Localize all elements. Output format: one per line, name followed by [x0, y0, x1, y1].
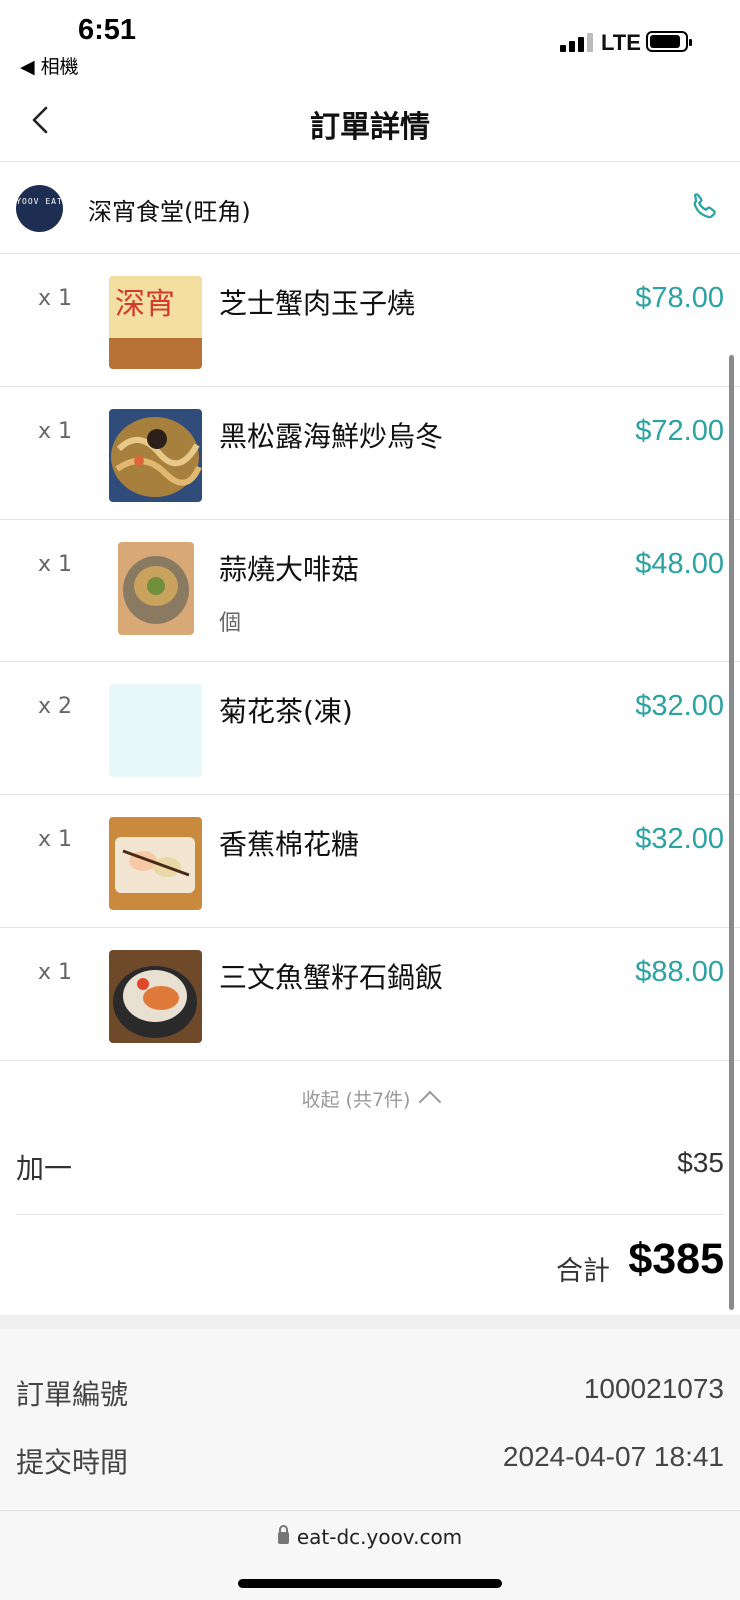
item-photo: [109, 409, 202, 502]
home-indicator[interactable]: [238, 1579, 502, 1588]
lock-icon: [277, 1525, 289, 1544]
item-name: 蒜燒大啡菇: [219, 553, 360, 586]
item-photo: [109, 950, 202, 1043]
item-photo: [118, 542, 194, 635]
status-bar: 6:51 ◀ 相機 LTE: [0, 0, 740, 80]
service-charge-row: 加一 $35: [16, 1125, 724, 1215]
url-text: eat-dc.yoov.com: [296, 1525, 463, 1549]
nav-header: 訂單詳情: [0, 80, 740, 162]
order-items-list: x 1 深宵 芝士蟹肉玉子燒 $78.00 x 1 黑松露海鮮炒烏冬 $72.0…: [0, 254, 740, 1061]
total-label: 合計: [556, 1256, 610, 1287]
item-quantity: x 1: [38, 960, 73, 985]
order-number-value: 100021073: [583, 1373, 724, 1404]
url-display[interactable]: eat-dc.yoov.com: [0, 1525, 740, 1549]
item-name: 香蕉棉花糖: [219, 828, 360, 861]
item-photo-placeholder: [109, 684, 202, 777]
item-quantity: x 1: [38, 552, 73, 577]
item-price: $78.00: [635, 282, 724, 314]
item-quantity: x 2: [38, 694, 73, 719]
order-number-label: 訂單編號: [16, 1378, 129, 1411]
svg-text:深宵: 深宵: [115, 287, 175, 322]
scrollbar[interactable]: [729, 355, 734, 1310]
item-name: 三文魚蟹籽石鍋飯: [219, 961, 444, 994]
service-charge-value: $35: [677, 1147, 724, 1178]
cellular-signal-icon: [560, 32, 593, 52]
order-item: x 1 黑松露海鮮炒烏冬 $72.00: [0, 387, 740, 520]
browser-url-bar[interactable]: eat-dc.yoov.com: [0, 1510, 740, 1600]
submit-time-value: 2024-04-07 18:41: [502, 1441, 724, 1472]
item-photo: [109, 817, 202, 910]
item-name: 芝士蟹肉玉子燒: [219, 287, 416, 320]
item-photo: 深宵: [109, 276, 202, 369]
order-info-section: 訂單編號 100021073 提交時間 2024-04-07 18:41: [0, 1329, 740, 1509]
total-value: $385: [628, 1235, 724, 1283]
item-name: 黑松露海鮮炒烏冬: [219, 420, 444, 453]
network-type: LTE: [601, 30, 641, 55]
item-quantity: x 1: [38, 827, 73, 852]
item-unit: 個: [219, 611, 242, 636]
item-quantity: x 1: [38, 286, 73, 311]
chevron-up-icon: [419, 1090, 442, 1114]
collapse-label: 收起 (共7件): [301, 1089, 411, 1111]
clock: 6:51: [78, 14, 137, 46]
item-price: $48.00: [635, 548, 724, 580]
restaurant-name: 深宵食堂(旺角): [88, 198, 251, 226]
order-item: x 1 蒜燒大啡菇 個 $48.00: [0, 520, 740, 662]
item-price: $32.00: [635, 823, 724, 855]
submit-time-row: 提交時間 2024-04-07 18:41: [16, 1441, 724, 1481]
back-to-camera-link[interactable]: ◀ 相機: [20, 52, 79, 79]
item-price: $32.00: [635, 690, 724, 722]
restaurant-row: YOOV EAT 深宵食堂(旺角): [0, 162, 740, 254]
battery-icon: [646, 31, 692, 52]
order-number-row: 訂單編號 100021073: [16, 1373, 724, 1413]
item-name: 菊花茶(凍): [219, 695, 353, 728]
phone-icon[interactable]: [688, 190, 722, 224]
page-title: 訂單詳情: [310, 110, 430, 145]
collapse-items-toggle[interactable]: 收起 (共7件): [0, 1085, 740, 1114]
item-price: $72.00: [635, 415, 724, 447]
submit-time-label: 提交時間: [16, 1446, 129, 1479]
section-divider: [0, 1315, 740, 1329]
total-row: 合計 $385: [0, 1215, 740, 1315]
order-item: x 1 深宵 芝士蟹肉玉子燒 $78.00: [0, 254, 740, 387]
service-charge-label: 加一: [16, 1152, 73, 1185]
item-price: $88.00: [635, 956, 724, 988]
order-item: x 1 香蕉棉花糖 $32.00: [0, 795, 740, 928]
order-item: x 2 菊花茶(凍) $32.00: [0, 662, 740, 795]
order-item: x 1 三文魚蟹籽石鍋飯 $88.00: [0, 928, 740, 1061]
item-quantity: x 1: [38, 419, 73, 444]
restaurant-logo: YOOV EAT: [16, 185, 63, 232]
